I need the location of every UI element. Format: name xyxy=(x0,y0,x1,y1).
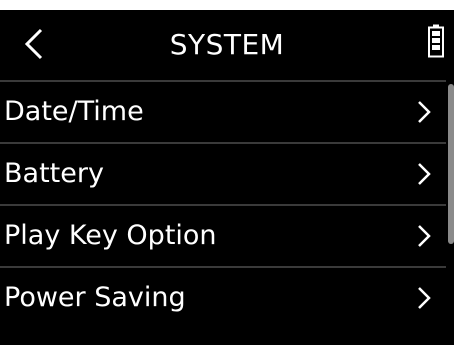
chevron-right-icon xyxy=(418,287,431,309)
menu-item-label: Date/Time xyxy=(4,96,144,127)
system-menu-list: Date/Time Battery Play Key Option Power … xyxy=(0,80,446,328)
menu-item-label: Play Key Option xyxy=(4,220,217,251)
chevron-right-icon xyxy=(418,101,431,123)
chevron-right-icon xyxy=(418,225,431,247)
page-title: SYSTEM xyxy=(169,28,285,61)
chevron-right-icon xyxy=(418,163,431,185)
back-button[interactable] xyxy=(16,22,52,66)
menu-item-date-time[interactable]: Date/Time xyxy=(0,80,446,142)
chevron-left-icon xyxy=(24,28,43,60)
device-screen: SYSTEM Date/Time Battery Play Key Option xyxy=(0,10,454,345)
menu-item-battery[interactable]: Battery xyxy=(0,142,446,204)
scrollbar[interactable] xyxy=(448,84,454,244)
menu-item-power-saving[interactable]: Power Saving xyxy=(0,266,446,328)
battery-icon xyxy=(428,24,444,58)
menu-item-label: Power Saving xyxy=(4,282,186,313)
header-bar: SYSTEM xyxy=(0,10,454,80)
menu-item-play-key-option[interactable]: Play Key Option xyxy=(0,204,446,266)
menu-item-label: Battery xyxy=(4,158,104,189)
